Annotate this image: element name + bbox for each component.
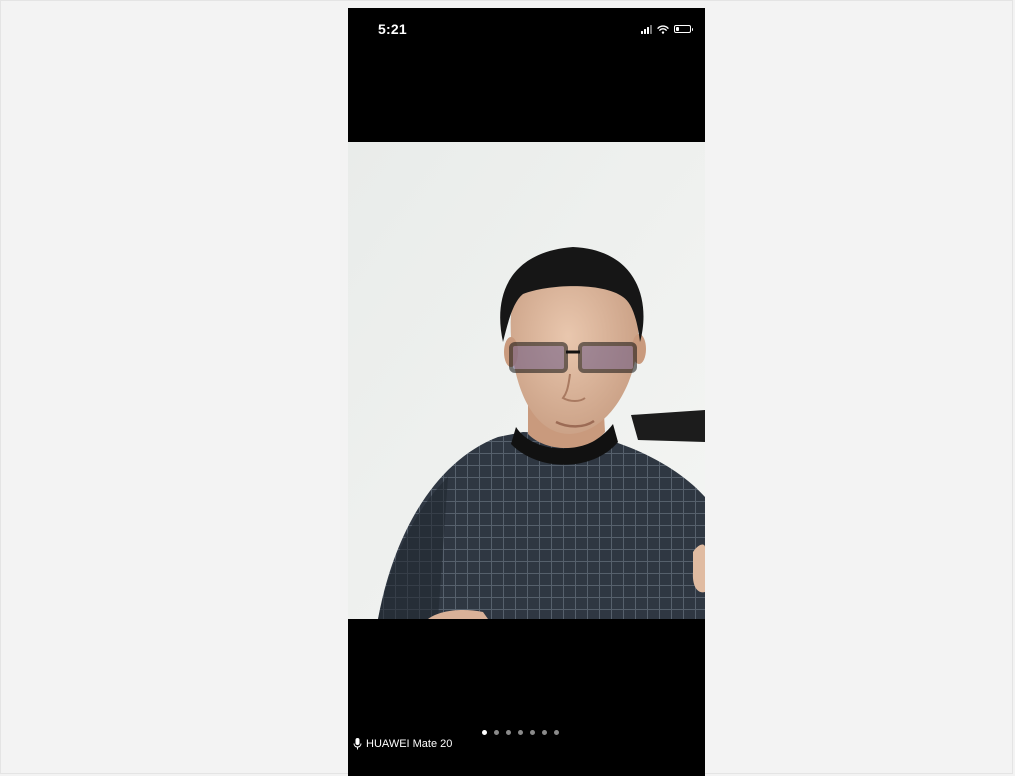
page-indicator[interactable] xyxy=(482,730,559,735)
microphone-icon xyxy=(353,738,362,750)
participant-label: HUAWEI Mate 20 xyxy=(353,738,452,750)
phone-screen: 5:21 HUAWEI Mate 20 xyxy=(348,8,705,776)
page-dot[interactable] xyxy=(542,730,547,735)
page-dot[interactable] xyxy=(482,730,487,735)
battery-icon xyxy=(674,25,693,33)
video-frame xyxy=(348,142,705,619)
page-dot[interactable] xyxy=(518,730,523,735)
page-dot[interactable] xyxy=(530,730,535,735)
page-dot[interactable] xyxy=(506,730,511,735)
participant-name: HUAWEI Mate 20 xyxy=(366,738,453,750)
status-icons xyxy=(641,22,693,36)
battery-level xyxy=(676,27,679,31)
participant-video-feed[interactable] xyxy=(348,142,705,619)
wifi-icon xyxy=(657,24,669,34)
page-dot[interactable] xyxy=(494,730,499,735)
status-time: 5:21 xyxy=(378,21,407,37)
cellular-signal-icon xyxy=(641,24,652,34)
page-dot[interactable] xyxy=(554,730,559,735)
status-bar: 5:21 xyxy=(348,8,705,52)
